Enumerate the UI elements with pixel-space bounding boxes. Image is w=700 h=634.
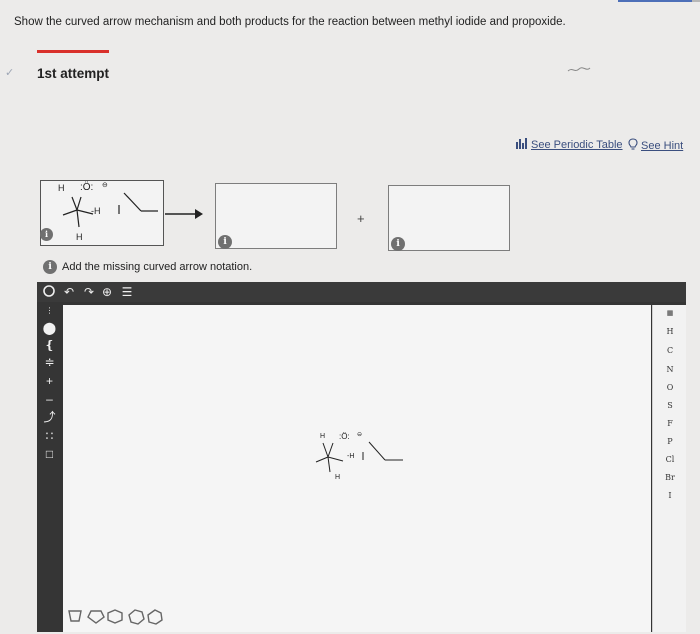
question-text: Show the curved arrow mechanism and both… [14, 16, 566, 28]
template-icon[interactable]: ☰ [119, 284, 135, 300]
canvas-atom-oxygen: :Ö: [339, 432, 350, 441]
missing-arrow-message: Add the missing curved arrow notation. [62, 261, 253, 273]
atom-h-top: H [58, 183, 65, 193]
info-icon: i [43, 260, 57, 274]
atom-h-bottom: H [76, 232, 83, 242]
positive-charge-icon[interactable]: + [40, 372, 59, 390]
see-hint-link[interactable]: See Hint [628, 138, 683, 152]
element-button[interactable]: S [653, 401, 687, 410]
ring-template-icon[interactable] [87, 610, 105, 624]
editor-left-toolbar: ⋮ ⬤ ❴ ≑ + – ⤴ ∷ □ [37, 302, 62, 632]
reactant-info-badge[interactable]: i [40, 228, 53, 241]
periodic-table-icon [516, 138, 527, 149]
element-button[interactable]: Cl [653, 455, 687, 464]
zoom-icon[interactable]: ⊕ [99, 284, 115, 300]
reaction-arrow [165, 209, 203, 219]
single-bond-icon[interactable]: ❴ [40, 336, 59, 354]
product-box-1[interactable] [215, 183, 337, 249]
select-tool-icon[interactable]: ⋮ [40, 302, 59, 320]
attempt-title[interactable]: 1st attempt [37, 66, 109, 81]
clear-canvas-icon[interactable] [41, 284, 57, 300]
element-palette: ▦ H C N O S F P Cl Br I [652, 305, 686, 632]
attempt-accent-bar [37, 50, 109, 53]
progress-bar [618, 0, 692, 2]
canvas-atom-h-bottom: H [335, 474, 341, 481]
element-button[interactable]: Br [653, 473, 687, 482]
product-box-2[interactable] [388, 185, 510, 251]
element-button[interactable]: C [653, 346, 687, 355]
eraser-icon[interactable]: ⬤ [40, 319, 59, 337]
drawing-canvas[interactable]: H :Ö: ⊖ -H H [63, 305, 651, 632]
periodic-table-palette-icon[interactable]: ▦ [653, 309, 687, 317]
scribble-mark [567, 67, 591, 72]
reactant-structure-box[interactable]: H :Ö: ⊖ -H H i [40, 180, 164, 246]
editor-top-toolbar: ↶ ↷ ⊕ ☰ [37, 282, 686, 302]
element-button[interactable]: P [653, 437, 687, 446]
ring-template-icon[interactable] [128, 609, 145, 625]
lone-pair-icon[interactable]: ∷ [40, 427, 59, 445]
element-button[interactable]: I [653, 491, 687, 500]
element-button[interactable]: H [653, 327, 687, 336]
charge-negative: ⊖ [102, 182, 108, 189]
element-button[interactable]: O [653, 383, 687, 392]
canvas-atom-h-top: H [320, 433, 326, 440]
negative-charge-icon[interactable]: – [40, 390, 59, 408]
undo-icon[interactable]: ↶ [61, 284, 77, 300]
plus-sign: + [357, 211, 365, 226]
periodic-table-label[interactable]: See Periodic Table [531, 139, 623, 151]
ring-template-icon[interactable] [147, 609, 163, 625]
chevron-down-icon[interactable]: ✓ [5, 66, 14, 79]
atom-h-methyl: -H [91, 206, 101, 216]
canvas-atom-h-methyl: -H [347, 453, 355, 460]
element-button[interactable]: F [653, 419, 687, 428]
periodic-table-link[interactable]: See Periodic Table [516, 138, 623, 151]
product-1-info-badge[interactable]: i [218, 235, 232, 249]
product-2-info-badge[interactable]: i [391, 237, 405, 251]
ring-template-icon[interactable] [107, 609, 123, 624]
element-button[interactable]: N [653, 365, 687, 374]
canvas-charge: ⊖ [357, 432, 363, 438]
chain-tool-icon[interactable]: ≑ [40, 353, 59, 371]
ring-template-icon[interactable] [68, 610, 82, 622]
ring-templates-toolbar [68, 609, 163, 625]
atom-oxygen: :Ö: [80, 182, 94, 193]
curved-arrow-tool-icon[interactable]: ⤴ [40, 408, 59, 426]
see-hint-label[interactable]: See Hint [641, 140, 683, 152]
redo-icon[interactable]: ↷ [81, 284, 97, 300]
lightbulb-icon [628, 138, 638, 150]
rectangle-select-icon[interactable]: □ [40, 445, 59, 463]
